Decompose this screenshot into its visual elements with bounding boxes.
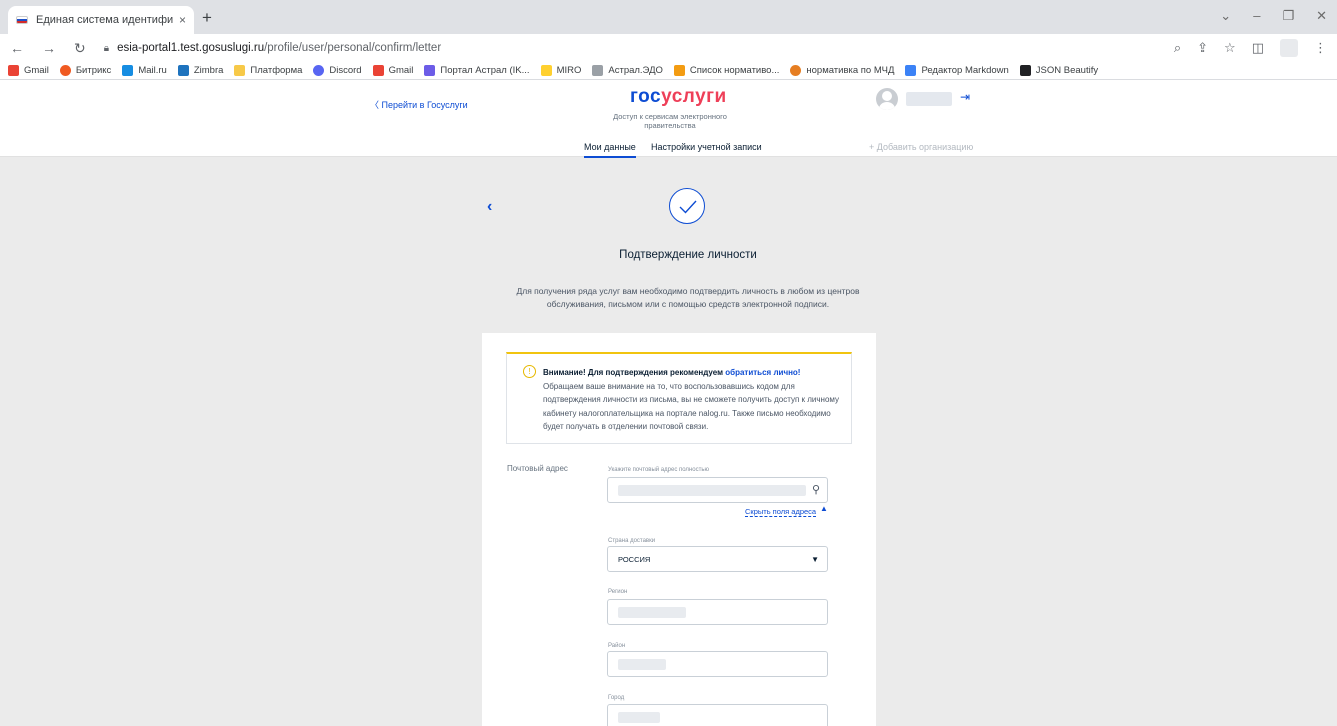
tab-account-settings[interactable]: Настройки учетной записи: [651, 142, 762, 152]
site-header: 〈 Перейти в Госуслуги госуслуги Доступ к…: [0, 80, 1337, 158]
chevron-up-icon[interactable]: ▲: [820, 504, 828, 513]
bookmark-item[interactable]: MIRO: [540, 65, 581, 76]
check-icon: [669, 188, 705, 224]
intro-text: Для получения ряда услуг вам необходимо …: [516, 286, 860, 310]
bookmark-favicon-icon: [424, 65, 436, 76]
page-title: Подтверждение личности: [619, 249, 757, 261]
region-value-redacted: [618, 607, 686, 618]
region-label: Регион: [608, 589, 628, 595]
district-label: Район: [608, 643, 626, 649]
hide-address-fields-link[interactable]: Скрыть поля адреса: [745, 507, 817, 517]
bookmark-item[interactable]: Gmail: [8, 65, 49, 76]
bookmark-item[interactable]: Битрикс: [59, 65, 111, 76]
bookmark-item[interactable]: Gmail: [372, 65, 413, 76]
city-label: Город: [608, 695, 625, 701]
bookmark-favicon-icon: [177, 65, 189, 76]
region-input[interactable]: [607, 599, 828, 625]
lock-icon: 🔒︎: [103, 42, 110, 54]
favicon-icon: [16, 16, 28, 24]
district-input[interactable]: [607, 651, 828, 677]
profile-avatar[interactable]: [1280, 39, 1298, 57]
menu-icon[interactable]: ⋮: [1314, 40, 1327, 56]
back-to-gosuslugi-link[interactable]: 〈 Перейти в Госуслуги: [370, 98, 468, 111]
postal-address-label: Почтовый адрес: [507, 464, 568, 473]
tab-close-icon[interactable]: ×: [179, 13, 186, 27]
district-value-redacted: [618, 659, 666, 670]
warning-title: Внимание! Для подтверждения рекомендуем: [543, 368, 726, 377]
city-input[interactable]: [607, 704, 828, 726]
bookmark-favicon-icon: [790, 65, 802, 76]
bookmark-favicon-icon: [313, 65, 325, 76]
dropdown-arrow-icon: ▼: [811, 555, 819, 564]
bookmark-favicon-icon: [372, 65, 384, 76]
bookmark-item[interactable]: Астрал.ЭДО: [592, 65, 663, 76]
logo-subtitle: Доступ к сервисам электронного правитель…: [613, 112, 727, 130]
bookmark-favicon-icon: [59, 65, 71, 76]
back-icon[interactable]: ←: [10, 40, 24, 56]
bookmark-favicon-icon: [540, 65, 552, 76]
bookmark-favicon-icon: [1019, 65, 1031, 76]
address-bar[interactable]: 🔒︎ esia-portal1.test.gosuslugi.ru/profil…: [104, 37, 1174, 59]
gosuslugi-logo[interactable]: госуслуги: [630, 86, 727, 108]
bookmark-item[interactable]: нормативка по МЧД: [790, 65, 894, 76]
url-path: /profile/user/personal/confirm/letter: [264, 42, 442, 54]
bookmark-item[interactable]: Zimbra: [177, 65, 223, 76]
bookmark-favicon-icon: [673, 65, 685, 76]
tab-search-icon[interactable]: ⌄: [1220, 8, 1231, 24]
window-controls: ⌄ – ❐ ✕: [1220, 8, 1327, 24]
close-window-icon[interactable]: ✕: [1316, 8, 1327, 24]
bookmark-favicon-icon: [8, 65, 19, 76]
browser-tabstrip: Единая система идентификации × + ⌄ – ❐ ✕: [0, 0, 1337, 34]
bookmark-item[interactable]: Список нормативо...: [673, 65, 779, 76]
search-icon[interactable]: ⚲: [812, 483, 820, 496]
full-address-label: Укажите почтовый адрес полностью: [608, 467, 709, 473]
zoom-icon[interactable]: ⌕: [1174, 40, 1181, 56]
bookmark-item[interactable]: Редактор Markdown: [905, 65, 1009, 76]
bookmark-favicon-icon: [122, 65, 134, 76]
bookmark-favicon-icon: [592, 65, 604, 76]
avatar[interactable]: [876, 88, 898, 110]
country-value: РОССИЯ: [618, 555, 651, 564]
username-redacted: [906, 92, 952, 106]
toolbar-actions: ⌕ ⇪ ☆ ◫ ⋮: [1174, 39, 1327, 57]
full-address-input[interactable]: ⚲: [607, 477, 828, 503]
warning-icon: !: [523, 365, 536, 378]
side-panel-icon[interactable]: ◫: [1252, 40, 1264, 56]
bookmark-item[interactable]: Платформа: [234, 65, 302, 76]
bookmark-item[interactable]: Mail.ru: [122, 65, 167, 76]
warning-text: Обращаем ваше внимание на то, что воспол…: [543, 381, 839, 432]
logout-icon[interactable]: ⇥: [960, 90, 970, 104]
reload-icon[interactable]: ↻: [74, 40, 86, 57]
forward-icon[interactable]: →: [42, 40, 56, 56]
bookmarks-bar: Gmail Битрикс Mail.ru Zimbra Платформа D…: [0, 62, 1337, 80]
tab-my-data[interactable]: Мои данные: [584, 142, 636, 158]
bookmark-item[interactable]: Discord: [313, 65, 362, 76]
bookmark-favicon-icon: [234, 65, 246, 76]
visit-in-person-link[interactable]: обратиться лично!: [725, 368, 800, 377]
restore-icon[interactable]: ❐: [1282, 8, 1294, 24]
country-label: Страна доставки: [608, 538, 656, 544]
country-select[interactable]: РОССИЯ ▼: [607, 546, 828, 572]
back-arrow-icon[interactable]: ‹: [487, 198, 492, 216]
address-value-redacted: [618, 485, 806, 496]
url-host: esia-portal1.test.gosuslugi.ru: [117, 42, 265, 54]
browser-tab[interactable]: Единая система идентификации ×: [8, 6, 194, 34]
warning-box: ! Внимание! Для подтверждения рекомендуе…: [506, 352, 852, 444]
bookmark-item[interactable]: Портал Астрал (IK...: [424, 65, 530, 76]
bookmark-favicon-icon: [905, 65, 917, 76]
bookmark-star-icon[interactable]: ☆: [1224, 40, 1236, 56]
add-organization-link[interactable]: + Добавить организацию: [869, 142, 973, 152]
new-tab-button[interactable]: +: [202, 8, 212, 28]
browser-toolbar: ← → ↻ 🔒︎ esia-portal1.test.gosuslugi.ru /…: [0, 34, 1337, 62]
city-value-redacted: [618, 712, 660, 723]
share-icon[interactable]: ⇪: [1197, 40, 1208, 56]
tab-title: Единая система идентификации: [36, 14, 173, 26]
bookmark-item[interactable]: JSON Beautify: [1019, 65, 1098, 76]
minimize-icon[interactable]: –: [1253, 8, 1260, 24]
